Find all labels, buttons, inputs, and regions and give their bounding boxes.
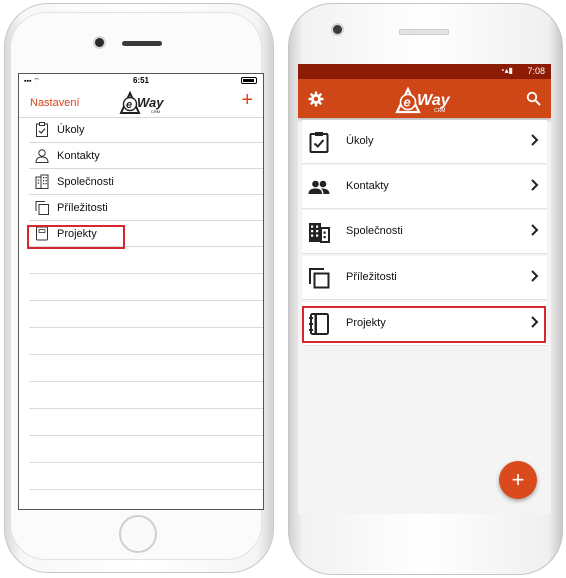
eway-crm-logo: e Way CRM bbox=[119, 90, 164, 114]
svg-text:CRM: CRM bbox=[434, 108, 445, 114]
svg-text:CRM: CRM bbox=[151, 109, 160, 114]
chevron-right-icon bbox=[531, 134, 539, 146]
android-menu-item-label: Společnosti bbox=[346, 225, 403, 237]
ios-status-time: 6:51 bbox=[132, 76, 149, 85]
empty-row bbox=[29, 301, 263, 328]
android-menu-item-prilezitosti[interactable]: Příležitosti bbox=[302, 256, 547, 300]
building-icon bbox=[35, 174, 49, 189]
clipboard-check-icon bbox=[36, 122, 48, 137]
ios-status-bar: ▪▪▪ ⌔ 6:51 bbox=[19, 74, 263, 87]
empty-row bbox=[29, 355, 263, 382]
ios-menu-item-label: Kontakty bbox=[57, 150, 100, 162]
empty-row bbox=[29, 274, 263, 301]
chevron-right-icon bbox=[531, 270, 539, 282]
highlight-box-projekty-ios bbox=[27, 225, 125, 249]
ios-menu-item-label: Společnosti bbox=[57, 176, 114, 188]
people-icon bbox=[308, 180, 330, 194]
android-menu-item-label: Úkoly bbox=[346, 135, 374, 147]
ios-nav-bar: Nastavení e Way CRM + bbox=[19, 87, 263, 118]
android-status-bar: ◔▴▮ 7:08 bbox=[298, 64, 551, 79]
wifi-signal-battery-icon: ◔▴▮ bbox=[499, 66, 513, 75]
chevron-right-icon bbox=[531, 224, 539, 236]
iphone-camera bbox=[95, 38, 104, 47]
add-button[interactable]: + bbox=[241, 90, 253, 110]
android-app-bar: e Way CRM bbox=[298, 79, 551, 118]
android-menu-item-label: Kontakty bbox=[346, 180, 389, 192]
eway-crm-logo: e Way CRM bbox=[395, 86, 451, 114]
empty-row bbox=[29, 382, 263, 409]
svg-text:Way: Way bbox=[137, 95, 164, 110]
iphone-screen: ▪▪▪ ⌔ 6:51 Nastavení e Way CRM + Úkoly K… bbox=[18, 73, 264, 510]
copy-stack-icon bbox=[309, 268, 330, 289]
ios-menu-item-ukoly[interactable]: Úkoly bbox=[29, 117, 263, 143]
ios-menu-item-spolecnosti[interactable]: Společnosti bbox=[29, 169, 263, 195]
svg-text:e: e bbox=[404, 95, 411, 110]
add-fab-button[interactable]: + bbox=[499, 461, 537, 499]
gear-icon[interactable] bbox=[308, 91, 324, 107]
chevron-right-icon bbox=[531, 179, 539, 191]
battery-icon bbox=[241, 77, 257, 84]
iphone-home-button[interactable] bbox=[119, 515, 157, 553]
building-icon bbox=[309, 223, 330, 243]
android-menu-item-spolecnosti[interactable]: Společnosti bbox=[302, 210, 547, 254]
iphone-speaker bbox=[122, 41, 162, 46]
android-menu-item-kontakty[interactable]: Kontakty bbox=[302, 165, 547, 209]
android-menu-item-label: Příležitosti bbox=[346, 271, 397, 283]
ios-menu-item-label: Úkoly bbox=[57, 124, 85, 136]
empty-row bbox=[29, 409, 263, 436]
empty-row bbox=[29, 436, 263, 463]
highlight-box-projekty-android bbox=[302, 306, 546, 343]
android-speaker bbox=[399, 29, 449, 35]
empty-row bbox=[29, 247, 263, 274]
clipboard-check-icon bbox=[309, 132, 329, 153]
svg-text:e: e bbox=[126, 99, 132, 111]
search-icon[interactable] bbox=[526, 91, 541, 106]
ios-menu-item-kontakty[interactable]: Kontakty bbox=[29, 143, 263, 169]
android-camera bbox=[333, 25, 342, 34]
ios-menu-item-prilezitosti[interactable]: Příležitosti bbox=[29, 195, 263, 221]
android-menu-item-ukoly[interactable]: Úkoly bbox=[302, 120, 547, 164]
copy-stack-icon bbox=[35, 201, 49, 215]
settings-button[interactable]: Nastavení bbox=[30, 97, 80, 109]
android-screen: ◔▴▮ 7:08 e Way CRM Úkoly Kontakty Společ… bbox=[298, 64, 551, 514]
android-status-time: 7:08 bbox=[527, 66, 545, 76]
ios-menu-item-label: Příležitosti bbox=[57, 202, 108, 214]
person-icon bbox=[35, 149, 49, 163]
empty-row bbox=[29, 490, 263, 509]
svg-text:Way: Way bbox=[417, 92, 451, 109]
empty-row bbox=[29, 463, 263, 490]
empty-row bbox=[29, 328, 263, 355]
